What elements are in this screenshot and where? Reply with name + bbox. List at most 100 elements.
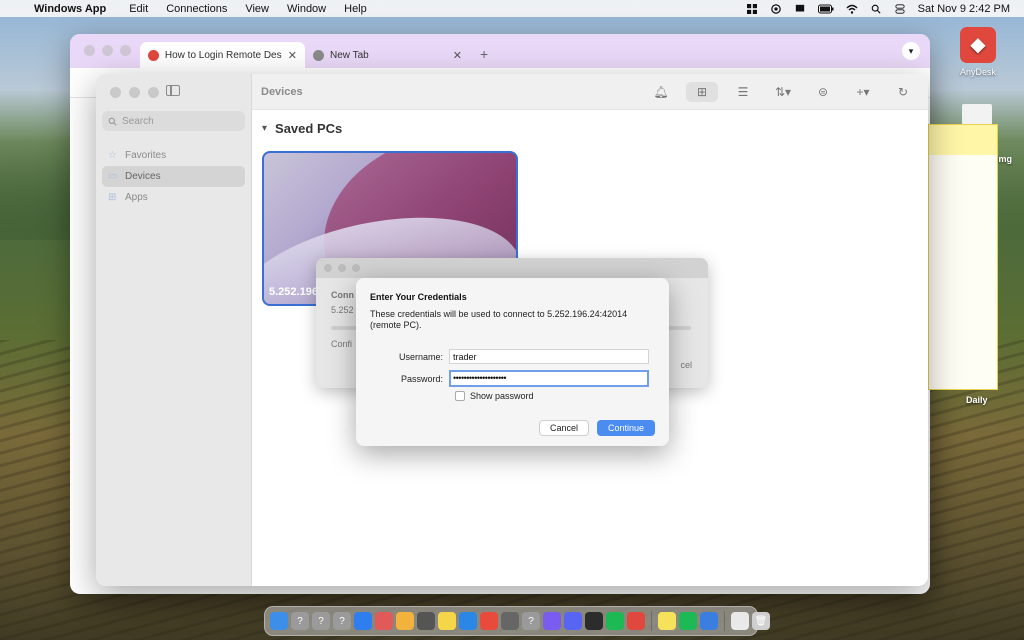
refresh-icon[interactable]: ↻ — [888, 82, 918, 102]
search-input[interactable]: Search — [102, 111, 245, 131]
control-center-icon[interactable] — [894, 3, 906, 14]
continue-button[interactable]: Continue — [597, 420, 655, 436]
messenger-icon[interactable] — [543, 612, 561, 630]
steam-icon[interactable] — [770, 3, 782, 14]
search-icon — [108, 117, 117, 126]
dialog-title: Enter Your Credentials — [370, 292, 467, 302]
sidebar: Search ☆ Favorites ▭ Devices ⊞ Apps — [96, 74, 252, 586]
new-tab-button[interactable]: + — [470, 46, 498, 68]
document-icon[interactable] — [731, 612, 749, 630]
sidebar-item-label: Favorites — [125, 150, 167, 161]
sidebar-nav: ☆ Favorites ▭ Devices ⊞ Apps — [102, 145, 245, 208]
spotlight-search-icon[interactable] — [870, 4, 882, 14]
cancel-button[interactable]: Cancel — [539, 420, 589, 436]
browser-zoom-dot[interactable] — [120, 45, 131, 56]
menu-help[interactable]: Help — [344, 3, 367, 15]
zoom-dot[interactable] — [148, 87, 159, 98]
discord-icon[interactable] — [564, 612, 582, 630]
menu-bar: Windows App Edit Connections View Window… — [0, 0, 1024, 17]
menubar-clock[interactable]: Sat Nov 9 2:42 PM — [918, 3, 1010, 15]
chrome-icon[interactable] — [480, 612, 498, 630]
add-icon[interactable]: +▾ — [848, 82, 878, 102]
password-label: Password: — [400, 373, 443, 384]
spotify-icon[interactable] — [606, 612, 624, 630]
menu-connections[interactable]: Connections — [166, 3, 227, 15]
notifications-bell-icon[interactable]: 🔔︎ — [646, 82, 676, 102]
stickies-window[interactable] — [928, 124, 998, 390]
sidebar-item-favorites[interactable]: ☆ Favorites — [102, 145, 245, 166]
anydesk-icon[interactable] — [627, 612, 645, 630]
connecting-status: Confi — [331, 339, 353, 349]
finder-icon[interactable] — [270, 612, 288, 630]
show-password-checkbox[interactable] — [455, 391, 465, 401]
close-dot[interactable] — [110, 87, 121, 98]
photos-icon[interactable] — [396, 612, 414, 630]
question-icon[interactable]: ? — [312, 612, 330, 630]
main-toolbar: Devices 🔔︎ ⊞ ☰ ⇅▾ ⊜ +▾ ↻ — [252, 74, 928, 110]
password-field[interactable]: •••••••••••••••••••• — [449, 370, 649, 387]
launchpad-icon[interactable] — [375, 612, 393, 630]
minimize-dot[interactable] — [129, 87, 140, 98]
safari-icon[interactable] — [459, 612, 477, 630]
robinhood-icon[interactable] — [585, 612, 603, 630]
trash-icon[interactable]: 🗑︎ — [752, 612, 770, 630]
stickies-icon[interactable] — [658, 612, 676, 630]
zoom-dot[interactable] — [352, 264, 360, 272]
menu-edit[interactable]: Edit — [129, 3, 148, 15]
menu-app-name[interactable]: Windows App — [34, 3, 106, 15]
dock-separator — [651, 611, 652, 631]
username-label: Username: — [398, 351, 443, 362]
connecting-title: Conn — [331, 290, 354, 300]
minimize-dot[interactable] — [338, 264, 346, 272]
browser-tab-label: New Tab — [330, 49, 369, 61]
document-desktop-icon[interactable] — [962, 104, 992, 126]
window-controls — [110, 87, 159, 98]
stickies-header — [929, 125, 997, 155]
calculator-icon[interactable] — [501, 612, 519, 630]
screenshot-icon[interactable] — [417, 612, 435, 630]
sidebar-item-label: Apps — [125, 192, 148, 203]
sidebar-item-apps[interactable]: ⊞ Apps — [102, 187, 245, 208]
windows-grid-icon[interactable] — [746, 3, 758, 14]
show-password-toggle[interactable]: Show password — [455, 391, 534, 401]
question-icon[interactable]: ? — [333, 612, 351, 630]
app-store-icon[interactable] — [354, 612, 372, 630]
windows-app-icon[interactable] — [700, 612, 718, 630]
question-icon[interactable]: ? — [291, 612, 309, 630]
menu-view[interactable]: View — [245, 3, 269, 15]
saved-pcs-header[interactable]: ▾ Saved PCs — [262, 121, 342, 136]
sidebar-toggle-icon[interactable] — [166, 85, 180, 96]
battery-icon[interactable] — [817, 4, 834, 14]
anydesk-icon: ◆ — [960, 27, 996, 63]
browser-tab-active[interactable]: How to Login Remote Desktop ✕ — [140, 42, 305, 68]
question-icon[interactable]: ? — [522, 612, 540, 630]
spotify-icon[interactable] — [679, 612, 697, 630]
connecting-cancel-button[interactable]: cel — [680, 360, 692, 370]
browser-tab-label: How to Login Remote Desktop — [164, 49, 282, 61]
tab-close-icon[interactable]: ✕ — [453, 49, 462, 62]
tab-search-chevron-icon[interactable]: ▾ — [902, 42, 920, 60]
browser-tab-newtab[interactable]: New Tab ✕ — [305, 42, 470, 68]
display-icon[interactable] — [794, 4, 806, 14]
show-password-label: Show password — [470, 391, 534, 401]
sort-icon[interactable]: ⇅▾ — [768, 82, 798, 102]
tab-close-icon[interactable]: ✕ — [288, 49, 297, 62]
sidebar-item-devices[interactable]: ▭ Devices — [102, 166, 245, 187]
browser-close-dot[interactable] — [84, 45, 95, 56]
grid-view-icon[interactable]: ⊞ — [686, 81, 718, 102]
filter-icon[interactable]: ⊜ — [808, 82, 838, 102]
close-dot[interactable] — [324, 264, 332, 272]
anydesk-desktop-item[interactable]: ◆ AnyDesk — [952, 27, 1004, 77]
section-title: Saved PCs — [275, 121, 343, 136]
menu-window[interactable]: Window — [287, 3, 326, 15]
daily-desktop-label: Daily — [966, 395, 988, 405]
search-placeholder: Search — [122, 115, 154, 127]
wifi-icon[interactable] — [846, 4, 858, 14]
username-row: Username: trader — [356, 349, 649, 364]
browser-minimize-dot[interactable] — [102, 45, 113, 56]
username-field[interactable]: trader — [449, 349, 649, 364]
notes-icon[interactable] — [438, 612, 456, 630]
monitor-icon: ▭ — [108, 171, 118, 182]
list-view-icon[interactable]: ☰ — [728, 82, 758, 102]
chevron-down-icon[interactable]: ▾ — [262, 123, 267, 134]
